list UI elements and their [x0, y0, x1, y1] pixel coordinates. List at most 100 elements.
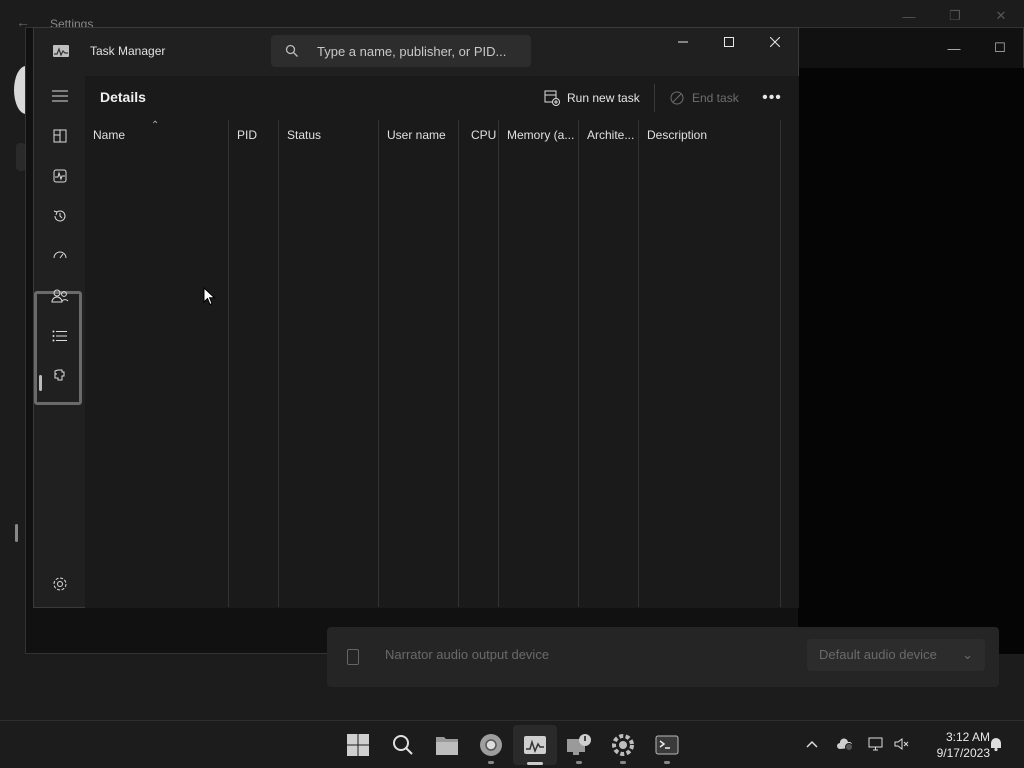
- running-indicator: [576, 761, 582, 764]
- scroll-indicator: [15, 524, 18, 542]
- running-indicator: [664, 761, 670, 764]
- minimize-icon: [678, 41, 688, 43]
- run-new-task-button[interactable]: Run new task: [543, 88, 640, 108]
- hamburger-menu-button[interactable]: [42, 80, 78, 112]
- file-explorer-button[interactable]: [433, 731, 461, 759]
- processes-icon: [53, 129, 67, 143]
- speaker-icon: [347, 649, 359, 665]
- cloud-icon: [837, 738, 853, 751]
- minimize-icon[interactable]: —: [931, 34, 977, 62]
- clock-date: 9/17/2023: [936, 746, 990, 760]
- maximize-button[interactable]: [706, 28, 752, 56]
- command-separator: [654, 84, 655, 112]
- narrator-window-controls: — ☐: [931, 34, 1023, 62]
- column-header-label: User name: [387, 128, 446, 142]
- close-button[interactable]: [752, 28, 798, 56]
- start-button[interactable]: [344, 731, 372, 759]
- terminal-icon: [655, 735, 679, 755]
- more-options-button[interactable]: •••: [760, 88, 784, 108]
- column-header-label: Archite...: [587, 128, 635, 142]
- clock[interactable]: 3:12 AM 9/17/2023: [918, 729, 990, 761]
- column-header-label: Memory (a...: [507, 128, 575, 142]
- running-indicator: [620, 761, 626, 764]
- command-bar: Details Run new task End task •••: [85, 76, 799, 120]
- details-page: Details Run new task End task ••• ⌃ Name: [85, 76, 799, 608]
- terminal-button[interactable]: [653, 731, 681, 764]
- maximize-icon[interactable]: ☐: [977, 34, 1023, 62]
- narrator-audio-output-row: Narrator audio output device Default aud…: [327, 627, 999, 687]
- search-icon: [393, 735, 413, 755]
- search-input[interactable]: [317, 35, 525, 67]
- start-icon: [347, 734, 369, 756]
- mouse-pointer-icon: [203, 287, 216, 306]
- column-header-label: PID: [237, 128, 258, 142]
- minimize-button[interactable]: [660, 28, 706, 56]
- page-title: Details: [100, 89, 146, 105]
- performance-icon: [53, 169, 67, 183]
- end-task-label: End task: [692, 91, 739, 105]
- nav-settings[interactable]: [42, 568, 78, 600]
- sort-ascending-icon: ⌃: [151, 120, 160, 131]
- nav-services[interactable]: [42, 360, 78, 392]
- audio-device-select[interactable]: Default audio device ⌄: [807, 639, 985, 671]
- details-grid: ⌃ Name PID Status User name CPU Memory (…: [85, 120, 799, 607]
- show-hidden-icons-button[interactable]: [803, 735, 821, 753]
- search-icon: [285, 44, 298, 57]
- volume-tray-button[interactable]: [893, 735, 911, 753]
- column-cpu[interactable]: CPU: [459, 120, 499, 607]
- nav-app-history[interactable]: [42, 200, 78, 232]
- volume-muted-icon: [894, 738, 909, 750]
- settings-app-button[interactable]: [609, 731, 637, 764]
- column-architecture[interactable]: Archite...: [579, 120, 639, 607]
- narrator-panel: [798, 68, 1024, 654]
- network-tray-button[interactable]: [868, 735, 886, 753]
- startup-apps-icon: [53, 251, 67, 259]
- task-manager-taskbar-button[interactable]: [521, 731, 549, 759]
- column-user-name[interactable]: User name: [379, 120, 459, 607]
- file-explorer-icon: [436, 737, 458, 755]
- chevron-up-icon: [806, 740, 818, 748]
- task-manager-logo-icon: [53, 45, 69, 57]
- chrome-icon: [480, 734, 502, 756]
- nav-processes[interactable]: [42, 120, 78, 152]
- close-icon: [770, 37, 780, 47]
- maximize-icon: [724, 37, 734, 47]
- hamburger-icon: [52, 90, 68, 102]
- chevron-down-icon: ⌄: [962, 647, 973, 662]
- notifications-button[interactable]: [987, 735, 1005, 753]
- column-description[interactable]: Description: [639, 120, 781, 607]
- navigation-pane: [34, 76, 84, 608]
- title-bar[interactable]: Task Manager: [34, 28, 798, 76]
- search-button[interactable]: [389, 731, 417, 759]
- details-icon: [52, 330, 67, 342]
- column-pid[interactable]: PID: [229, 120, 279, 607]
- clock-time: 3:12 AM: [945, 730, 990, 744]
- running-indicator: [488, 761, 494, 764]
- remote-desktop-icon: [567, 734, 591, 755]
- column-name[interactable]: ⌃ Name: [85, 120, 229, 607]
- active-app-indicator: [527, 762, 543, 765]
- end-task-icon: [668, 89, 686, 107]
- end-task-button[interactable]: End task: [668, 88, 739, 108]
- network-icon: [868, 737, 883, 751]
- nav-performance[interactable]: [42, 160, 78, 192]
- remote-desktop-button[interactable]: [565, 731, 593, 764]
- onedrive-tray-button[interactable]: [836, 735, 854, 753]
- window-title: Task Manager: [90, 44, 166, 58]
- narrator-audio-label: Narrator audio output device: [385, 647, 550, 662]
- chrome-button[interactable]: [477, 731, 505, 764]
- search-box[interactable]: [271, 35, 531, 67]
- audio-device-value: Default audio device: [819, 647, 937, 662]
- nav-users[interactable]: [42, 280, 78, 312]
- column-header-label: CPU: [471, 128, 497, 142]
- window-controls: [660, 28, 798, 56]
- column-header-label: Status: [287, 128, 322, 142]
- settings-icon: [53, 577, 67, 591]
- task-manager-icon: [524, 736, 546, 754]
- column-status[interactable]: Status: [279, 120, 379, 607]
- column-memory[interactable]: Memory (a...: [499, 120, 579, 607]
- nav-startup-apps[interactable]: [42, 240, 78, 272]
- run-new-task-label: Run new task: [567, 91, 640, 105]
- settings-app-icon: [612, 734, 634, 756]
- nav-details[interactable]: [42, 320, 78, 352]
